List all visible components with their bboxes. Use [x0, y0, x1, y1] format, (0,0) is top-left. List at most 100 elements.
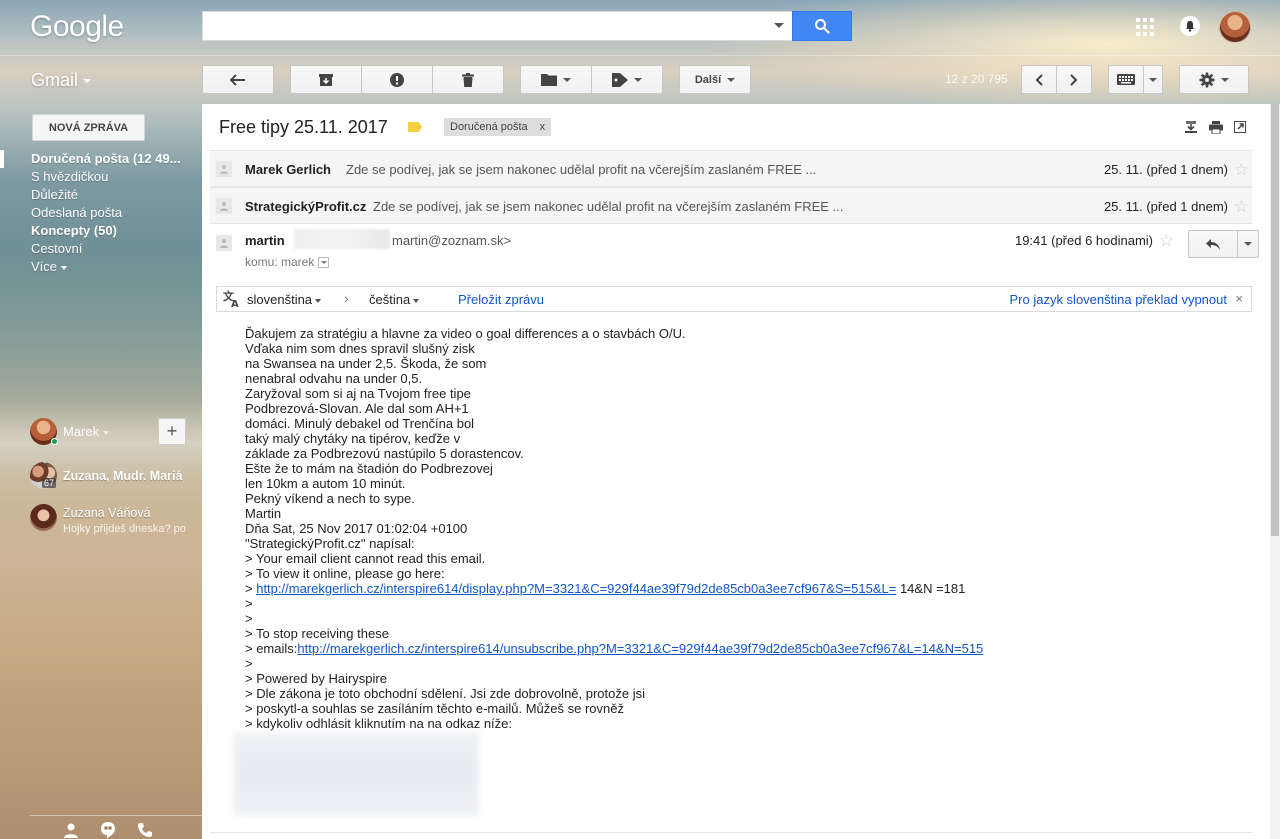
- report-spam-button[interactable]: [361, 65, 433, 94]
- remove-label-button[interactable]: x: [540, 121, 546, 133]
- back-button[interactable]: [202, 65, 274, 94]
- body-line: > poskytl-a souhlas se zasíláním těchto …: [245, 701, 624, 716]
- collapsed-message[interactable]: StrategickýProfit.cz Zde se podívej, jak…: [210, 187, 1252, 224]
- message-panel: Free tipy 25.11. 2017 Doručená pošta x Ma…: [202, 104, 1270, 839]
- trash-icon: [462, 72, 474, 87]
- sender-email: martin@zoznam.sk>: [392, 233, 512, 248]
- settings-button[interactable]: [1179, 65, 1249, 94]
- sidebar-item-starred[interactable]: S hvězdičkou: [0, 168, 190, 186]
- reply-icon: [1206, 238, 1220, 250]
- body-line: na Swansea na under 2,5. Škoda, že som: [245, 356, 487, 371]
- search-input[interactable]: [203, 12, 763, 40]
- person-icon[interactable]: [63, 822, 79, 838]
- sidebar-item-more[interactable]: Více: [0, 258, 190, 276]
- sender-name: martin: [245, 233, 285, 248]
- sidebar-item-important[interactable]: Důležité: [0, 186, 190, 204]
- delete-button[interactable]: [432, 65, 504, 94]
- notifications-button[interactable]: [1180, 16, 1200, 36]
- translate-icon: 文 A: [223, 290, 239, 308]
- labels-button[interactable]: [591, 65, 663, 94]
- star-icon[interactable]: ☆: [1159, 231, 1174, 251]
- contact-group-zuzana[interactable]: 67 Zuzana, Mudr. Mariá: [30, 462, 202, 496]
- account-avatar[interactable]: [1219, 11, 1251, 43]
- contact-avatar: [30, 504, 57, 531]
- sidebar-item-inbox[interactable]: Doručená pošta (12 49...: [0, 150, 190, 168]
- arrow-left-icon: [230, 73, 245, 86]
- thread-subject: Free tipy 25.11. 2017: [219, 117, 388, 137]
- chevron-down-icon: [83, 79, 92, 84]
- body-line: > Powered by Hairyspire: [245, 671, 387, 686]
- body-line: > Your email client cannot read this ema…: [245, 551, 486, 566]
- move-to-button[interactable]: [520, 65, 592, 94]
- phone-icon[interactable]: [137, 822, 153, 838]
- person-icon: [220, 239, 228, 248]
- more-reply-options-button[interactable]: [1237, 230, 1259, 258]
- body-line: domáci. Minulý debakel od Trenčína bol: [245, 416, 475, 431]
- person-icon: [220, 202, 228, 211]
- google-logo[interactable]: Google: [30, 10, 124, 44]
- collapsed-message[interactable]: Marek Gerlich Zde se podívej, jak se jse…: [210, 150, 1252, 187]
- reply-button[interactable]: [1188, 230, 1238, 258]
- hangouts-icon[interactable]: [100, 822, 116, 838]
- close-translate-bar-button[interactable]: ×: [1235, 291, 1243, 306]
- scrollbar-thumb[interactable]: [1271, 104, 1279, 536]
- sender-avatar: [216, 161, 232, 177]
- sidebar-item-travel[interactable]: Cestovní: [0, 240, 190, 258]
- print-icon[interactable]: [1209, 121, 1223, 134]
- message-body: Ďakujem za stratégiu a hlavne za video o…: [245, 326, 1225, 731]
- message-snippet: Zde se podívej, jak se jsem nakonec uděl…: [373, 199, 844, 214]
- older-button[interactable]: [1056, 65, 1092, 94]
- archive-icon: [319, 73, 333, 86]
- chevron-right-icon: [1070, 73, 1078, 86]
- expand-all-icon[interactable]: [1185, 121, 1197, 133]
- language-arrow-icon: ›: [344, 290, 349, 306]
- turn-off-translation-link[interactable]: Pro jazyk slovenština překlad vypnout: [1009, 292, 1227, 307]
- unsubscribe-link[interactable]: http://marekgerlich.cz/interspire614/uns…: [297, 641, 983, 656]
- more-actions-button[interactable]: Další: [679, 65, 751, 94]
- redacted-sender-surname: [294, 229, 390, 249]
- online-status-dot: [51, 438, 58, 445]
- gear-icon: [1199, 72, 1215, 87]
- source-language-select[interactable]: slovenština: [247, 292, 322, 307]
- contact-name: Zuzana, Mudr. Mariá: [63, 469, 183, 483]
- input-tools-button[interactable]: [1108, 65, 1144, 94]
- input-tools-dropdown[interactable]: [1143, 65, 1163, 94]
- contact-name: Zuzana Váňová: [63, 506, 151, 520]
- message-date: 25. 11. (před 1 dnem): [1103, 162, 1228, 177]
- translate-message-link[interactable]: Přeložit zprávu: [458, 292, 544, 307]
- message-date: 25. 11. (před 1 dnem): [1103, 199, 1228, 214]
- search-icon: [815, 19, 830, 34]
- gmail-app-switcher[interactable]: Gmail: [31, 70, 92, 91]
- compose-button[interactable]: NOVÁ ZPRÁVA: [32, 114, 145, 141]
- show-details-button[interactable]: [318, 257, 330, 269]
- importance-marker-icon[interactable]: [408, 122, 422, 132]
- sidebar-item-drafts[interactable]: Koncepty (50): [0, 222, 190, 240]
- sidebar-item-sent[interactable]: Odeslaná pošta: [0, 204, 190, 222]
- target-language-select[interactable]: čeština: [369, 292, 420, 307]
- search-options-icon[interactable]: [774, 23, 784, 28]
- star-icon[interactable]: ☆: [1234, 197, 1249, 217]
- open-new-window-icon[interactable]: [1234, 121, 1246, 133]
- body-line: nenabral odvahu na under 0,5.: [245, 371, 423, 386]
- body-line-link: > http://marekgerlich.cz/interspire614/d…: [245, 581, 966, 596]
- open-message-header: martin martin@zoznam.sk> komu: marek 19:…: [210, 225, 1259, 275]
- apps-grid-icon[interactable]: [1136, 18, 1154, 36]
- contact-zuzana-vanova[interactable]: Zuzana Váňová Hojky přijdeš dneska? po: [30, 504, 202, 538]
- chevron-down-icon: [315, 298, 322, 303]
- archive-button[interactable]: [290, 65, 362, 94]
- body-line: > kdykoliv odhlásit kliknutím na na odka…: [245, 716, 513, 731]
- label-chip-text: Doručená pošta: [450, 121, 528, 133]
- view-online-link[interactable]: http://marekgerlich.cz/interspire614/dis…: [256, 581, 896, 596]
- search-box[interactable]: [202, 11, 792, 41]
- new-conversation-button[interactable]: +: [158, 418, 186, 445]
- body-line: základe za Podbrezovú nastúpilo 5 dorast…: [245, 446, 524, 461]
- more-label: Více: [31, 259, 58, 274]
- body-line: Zaryžoval som si aj na Tvojom free tipe: [245, 386, 471, 401]
- search-button[interactable]: [792, 11, 852, 41]
- newer-button[interactable]: [1021, 65, 1057, 94]
- pager-count: 12 z 20 795: [945, 72, 1008, 86]
- star-icon[interactable]: ☆: [1234, 160, 1249, 180]
- app-name: Gmail: [31, 70, 79, 90]
- bell-icon: [1186, 21, 1194, 32]
- contact-status: Hojky přijdeš dneska? po: [63, 523, 186, 535]
